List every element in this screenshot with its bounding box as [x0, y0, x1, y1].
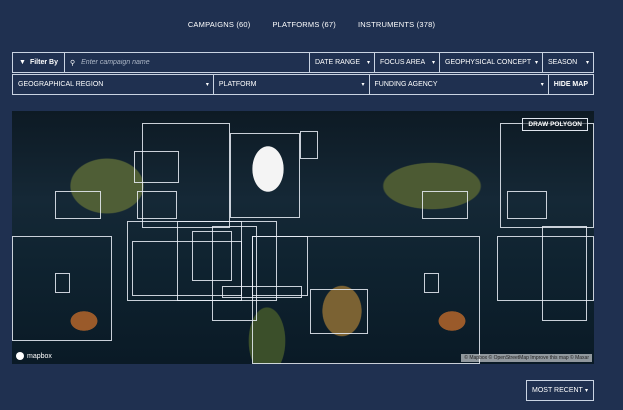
campaign-bounds[interactable] — [542, 226, 587, 321]
sort-label: MOST RECENT — [532, 387, 583, 394]
campaign-bounds[interactable] — [424, 273, 439, 293]
hide-map-label: HIDE MAP — [553, 81, 588, 88]
caret-down-icon: ▾ — [361, 82, 365, 88]
funding-agency-dropdown[interactable]: FUNDING AGENCY ▾ — [370, 75, 549, 94]
season-dropdown[interactable]: SEASON ▾ — [543, 53, 593, 72]
caret-down-icon: ▾ — [534, 60, 538, 66]
date-range-dropdown[interactable]: DATE RANGE ▾ — [310, 53, 375, 72]
campaign-search-input[interactable] — [81, 59, 282, 66]
funnel-icon: ▼ — [19, 59, 26, 66]
funding-agency-label: FUNDING AGENCY — [374, 81, 438, 88]
filter-by-label: Filter By — [29, 59, 58, 66]
focus-area-dropdown[interactable]: FOCUS AREA ▾ — [375, 53, 440, 72]
campaign-bounds[interactable] — [137, 191, 177, 219]
campaign-bounds[interactable] — [55, 191, 101, 219]
mapbox-logo-text: mapbox — [27, 352, 52, 360]
platform-label: PLATFORM — [218, 81, 257, 88]
sort-dropdown[interactable]: MOST RECENT ▾ — [526, 380, 594, 401]
caret-down-icon: ▾ — [584, 388, 588, 394]
filter-bar-bottom: GEOGRAPHICAL REGION ▾ PLATFORM ▾ FUNDING A… — [12, 74, 594, 95]
geophysical-concept-dropdown[interactable]: GEOPHYSICAL CONCEPT ▾ — [440, 53, 543, 72]
map-attribution[interactable]: © Mapbox © OpenStreetMap Improve this ma… — [461, 354, 592, 362]
focus-area-label: FOCUS AREA — [380, 59, 426, 66]
geographical-region-dropdown[interactable]: GEOGRAPHICAL REGION ▾ — [13, 75, 214, 94]
draw-polygon-button[interactable]: DRAW POLYGON — [522, 118, 588, 131]
campaign-bounds[interactable] — [212, 226, 257, 321]
campaign-bounds[interactable] — [422, 191, 468, 219]
mapbox-logo-icon — [16, 352, 24, 360]
campaign-bounds[interactable] — [507, 191, 547, 219]
campaign-bounds[interactable] — [300, 131, 318, 159]
caret-down-icon: ▾ — [205, 82, 209, 88]
campaign-bounds[interactable] — [310, 289, 368, 334]
tab-instruments[interactable]: INSTRUMENTS (378) — [358, 20, 435, 29]
campaign-bounds[interactable] — [230, 133, 300, 218]
caret-down-icon: ▾ — [540, 82, 544, 88]
filter-by-button[interactable]: ▼ Filter By — [13, 53, 65, 72]
campaign-bounds[interactable] — [134, 151, 179, 183]
top-tabs: CAMPAIGNS (60) PLATFORMS (67) INSTRUMENT… — [0, 20, 623, 29]
caret-down-icon: ▾ — [366, 60, 370, 66]
search-icon: ⚲ — [70, 59, 76, 67]
tab-campaigns[interactable]: CAMPAIGNS (60) — [188, 20, 251, 29]
geographical-region-label: GEOGRAPHICAL REGION — [18, 81, 104, 88]
search-box[interactable]: ⚲ — [65, 53, 310, 72]
season-label: SEASON — [548, 59, 578, 66]
hide-map-button[interactable]: HIDE MAP — [549, 75, 593, 94]
caret-down-icon: ▾ — [431, 60, 435, 66]
campaign-bounds[interactable] — [55, 273, 70, 293]
tab-platforms[interactable]: PLATFORMS (67) — [272, 20, 336, 29]
caret-down-icon: ▾ — [585, 60, 589, 66]
mapbox-logo: mapbox — [16, 352, 52, 360]
platform-dropdown[interactable]: PLATFORM ▾ — [214, 75, 370, 94]
geophysical-concept-label: GEOPHYSICAL CONCEPT — [445, 59, 532, 66]
date-range-label: DATE RANGE — [315, 59, 360, 66]
campaign-map[interactable]: DRAW POLYGON mapbox © Mapbox © OpenStree… — [12, 111, 594, 364]
filter-bar-top: ▼ Filter By ⚲ DATE RANGE ▾ FOCUS AREA ▾ GE… — [12, 52, 594, 73]
